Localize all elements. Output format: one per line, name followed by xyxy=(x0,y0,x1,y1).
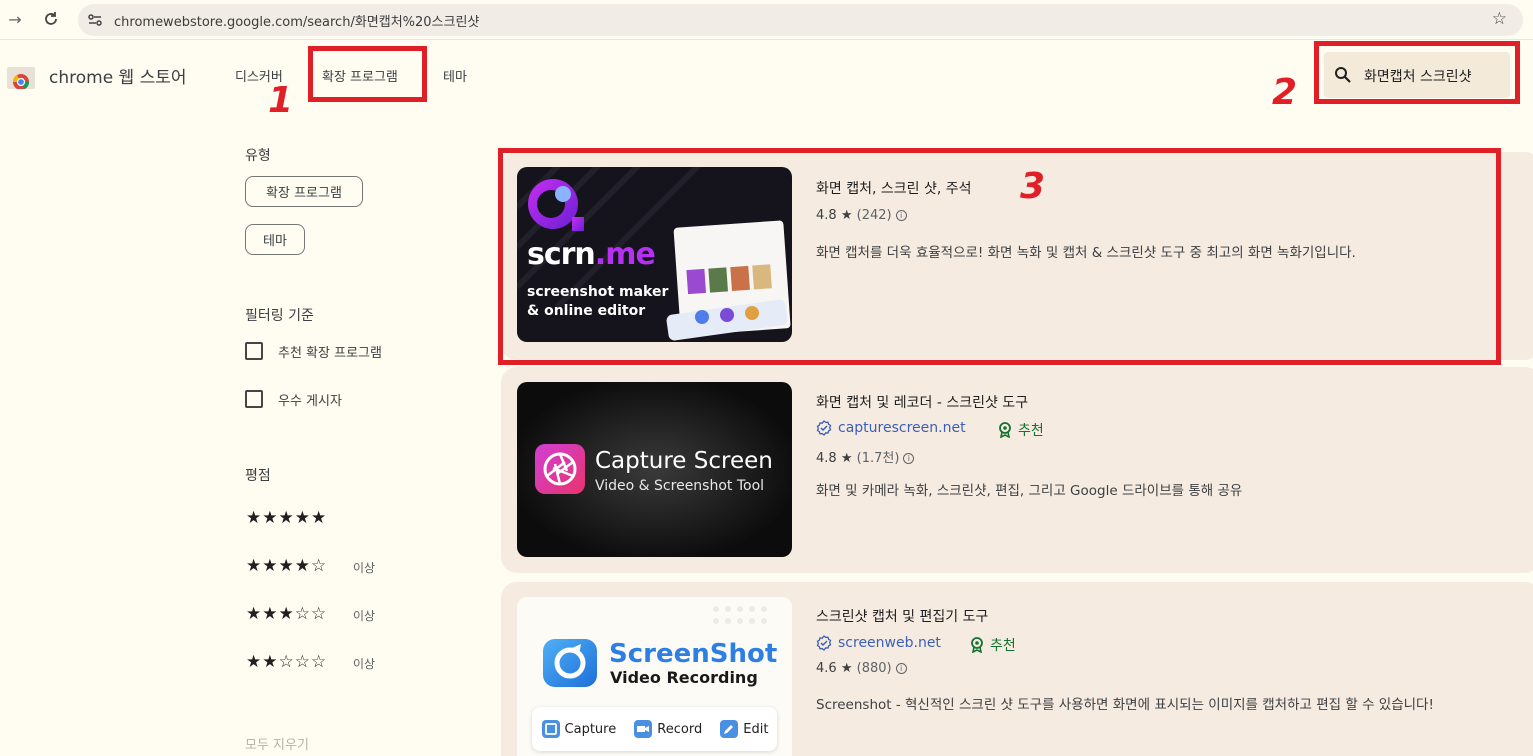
result-3-title[interactable]: 스크린샷 캡처 및 편집기 도구 xyxy=(816,606,988,626)
info-icon: i xyxy=(895,663,907,674)
rating-4-stars[interactable]: ★★★★☆ xyxy=(246,556,327,576)
result-3-publisher[interactable]: screenweb.net xyxy=(816,635,941,651)
chip-themes[interactable]: 테마 xyxy=(245,224,305,255)
featured-checkbox[interactable] xyxy=(245,342,263,360)
screenshot-app-logo xyxy=(543,639,597,687)
rating-5-stars[interactable]: ★★★★★ xyxy=(246,508,327,528)
info-icon: i xyxy=(903,453,915,464)
rating-3-stars[interactable]: ★★★☆☆ xyxy=(246,604,327,624)
award-ribbon-icon xyxy=(971,637,983,653)
camera-aperture-icon xyxy=(535,444,585,494)
rating-2-stars[interactable]: ★★☆☆☆ xyxy=(246,652,327,672)
top-publisher-checkbox[interactable] xyxy=(245,390,263,408)
annotation-number-3: 3 xyxy=(1020,166,1046,207)
result-card-3[interactable]: ScreenShot Video Recording Capture Recor… xyxy=(501,582,1533,756)
result-2-rating: 4.8 ★ (1.7천) i xyxy=(816,447,915,466)
search-box[interactable]: 화면캡처 스크린샷 xyxy=(1324,52,1510,98)
rating-3-suffix: 이상 xyxy=(353,609,376,623)
capture-chip: Capture xyxy=(541,719,616,739)
verified-badge-icon xyxy=(816,635,832,651)
edit-icon xyxy=(720,720,739,738)
screenshot-action-bar: Capture Record Edit xyxy=(532,707,777,751)
award-ribbon-icon xyxy=(999,422,1011,438)
record-chip: Record xyxy=(633,719,702,739)
result-3-description: Screenshot - 혁신적인 스크린 샷 도구를 사용하면 화면에 표시되… xyxy=(816,697,1434,713)
result-3-rating: 4.6 ★ (880) i xyxy=(816,661,907,676)
clear-all-button[interactable]: 모두 지우기 xyxy=(245,734,309,753)
chip-extensions[interactable]: 확장 프로그램 xyxy=(245,176,363,207)
search-icon xyxy=(1335,67,1351,83)
top-publisher-label: 우수 게시자 xyxy=(278,394,342,409)
featured-label: 추천 확장 프로그램 xyxy=(278,346,382,361)
video-camera-icon xyxy=(634,720,653,738)
dot-pattern xyxy=(713,606,767,624)
rating-heading: 평점 xyxy=(245,468,271,484)
annotation-box-1 xyxy=(308,46,427,102)
result-2-thumbnail: Capture Screen Video & Screenshot Tool xyxy=(517,382,792,557)
screenshot-subtitle: Video Recording xyxy=(610,668,758,687)
result-3-featured-badge: 추천 xyxy=(970,635,1016,655)
result-2-description: 화면 및 카메라 녹화, 스크린샷, 편집, 그리고 Google 드라이브를 … xyxy=(816,483,1243,499)
browser-toolbar: → chromewebstore.google.com/search/화면캡처%… xyxy=(0,0,1533,40)
result-card-2[interactable]: Capture Screen Video & Screenshot Tool 화… xyxy=(501,367,1533,573)
rating-4-suffix: 이상 xyxy=(353,561,376,575)
screenshot-title: ScreenShot xyxy=(609,639,778,669)
result-2-featured-badge: 추천 xyxy=(998,420,1044,440)
capture-screen-subtitle: Video & Screenshot Tool xyxy=(595,478,765,494)
capture-screen-title: Capture Screen xyxy=(595,448,773,474)
star-icon: ★ xyxy=(840,451,853,466)
store-brand[interactable]: chrome 웹 스토어 xyxy=(49,63,187,88)
annotation-number-1: 1 xyxy=(268,80,294,121)
bookmark-star-icon[interactable]: ☆ xyxy=(1492,9,1507,29)
annotation-number-2: 2 xyxy=(1272,72,1298,113)
search-query: 화면캡처 스크린샷 xyxy=(1364,69,1472,85)
forward-icon[interactable]: → xyxy=(4,8,26,30)
result-3-thumbnail: ScreenShot Video Recording Capture Recor… xyxy=(517,597,792,756)
filter-heading: 필터링 기준 xyxy=(245,308,314,324)
result-2-publisher[interactable]: capturescreen.net xyxy=(816,420,966,436)
chrome-webstore-logo[interactable] xyxy=(7,63,35,89)
result-2-title[interactable]: 화면 캡처 및 레코더 - 스크린샷 도구 xyxy=(816,392,1028,412)
edit-chip: Edit xyxy=(719,719,768,739)
nav-themes[interactable]: 테마 xyxy=(443,66,467,85)
type-heading: 유형 xyxy=(245,148,271,164)
site-settings-icon[interactable] xyxy=(86,11,104,29)
annotation-box-3 xyxy=(498,148,1501,365)
url-text: chromewebstore.google.com/search/화면캡처%20… xyxy=(114,15,480,30)
star-icon: ★ xyxy=(840,661,853,676)
rating-2-suffix: 이상 xyxy=(353,657,376,671)
capture-icon xyxy=(541,720,560,738)
address-bar[interactable]: chromewebstore.google.com/search/화면캡처%20… xyxy=(78,4,1523,36)
reload-icon[interactable] xyxy=(40,8,62,30)
verified-badge-icon xyxy=(816,420,832,436)
